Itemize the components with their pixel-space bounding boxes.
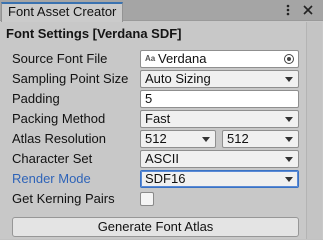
atlas-height-value: 512 <box>227 131 249 146</box>
font-asset-icon: Aa <box>145 54 156 63</box>
tab-actions <box>281 3 315 17</box>
chevron-down-icon <box>285 77 293 82</box>
atlas-width-dropdown[interactable]: 512 <box>140 130 216 148</box>
sampling-point-size-dropdown[interactable]: Auto Sizing <box>140 70 299 88</box>
padding-input[interactable]: 5 <box>140 90 299 108</box>
atlas-height-dropdown[interactable]: 512 <box>222 130 299 148</box>
section-title: Font Settings [Verdana SDF] <box>6 26 182 41</box>
source-font-file-label: Source Font File <box>12 51 108 66</box>
character-set-label: Character Set <box>12 151 93 166</box>
chevron-down-icon <box>285 117 293 122</box>
render-mode-label: Render Mode <box>12 171 91 186</box>
generate-font-atlas-button[interactable]: Generate Font Atlas <box>12 217 299 237</box>
chevron-down-icon <box>285 177 293 182</box>
sampling-point-size-value: Auto Sizing <box>145 71 211 86</box>
character-set-value: ASCII <box>145 151 179 166</box>
font-asset-creator-window: Font Asset Creator Font Settings [Verdan… <box>0 0 323 239</box>
chevron-down-icon <box>285 137 293 142</box>
atlas-width-value: 512 <box>145 131 167 146</box>
packing-method-dropdown[interactable]: Fast <box>140 110 299 128</box>
row-packing-method: Packing Method Fast <box>0 109 323 129</box>
row-sampling-point-size: Sampling Point Size Auto Sizing <box>0 69 323 89</box>
atlas-resolution-label: Atlas Resolution <box>12 131 106 146</box>
tab-font-asset-creator[interactable]: Font Asset Creator <box>1 2 123 22</box>
sampling-point-size-label: Sampling Point Size <box>12 71 129 86</box>
get-kerning-pairs-label: Get Kerning Pairs <box>12 191 115 206</box>
row-atlas-resolution: Atlas Resolution 512 512 <box>0 129 323 149</box>
panel-scrollbar[interactable] <box>306 22 322 239</box>
source-font-file-field[interactable]: Aa Verdana <box>140 50 299 68</box>
row-padding: Padding 5 <box>0 89 323 109</box>
character-set-dropdown[interactable]: ASCII <box>140 150 299 168</box>
render-mode-dropdown[interactable]: SDF16 <box>140 170 299 188</box>
source-font-file-value: Verdana <box>158 51 207 66</box>
tab-bar: Font Asset Creator <box>0 0 323 22</box>
packing-method-label: Packing Method <box>12 111 106 126</box>
object-picker-icon[interactable] <box>284 54 294 64</box>
kebab-icon[interactable] <box>281 3 295 17</box>
render-mode-value: SDF16 <box>145 171 186 186</box>
row-get-kerning-pairs: Get Kerning Pairs <box>0 189 323 209</box>
padding-label: Padding <box>12 91 60 106</box>
close-icon[interactable] <box>301 3 315 17</box>
row-source-font-file: Source Font File Aa Verdana <box>0 49 323 69</box>
row-character-set: Character Set ASCII <box>0 149 323 169</box>
chevron-down-icon <box>285 157 293 162</box>
packing-method-value: Fast <box>145 111 171 126</box>
get-kerning-pairs-checkbox[interactable] <box>140 192 154 206</box>
row-render-mode: Render Mode SDF16 <box>0 169 323 189</box>
chevron-down-icon <box>202 137 210 142</box>
